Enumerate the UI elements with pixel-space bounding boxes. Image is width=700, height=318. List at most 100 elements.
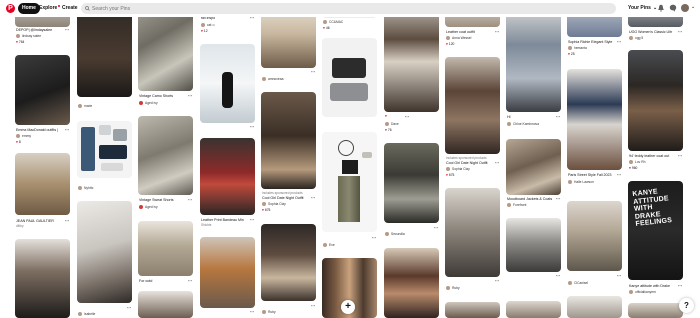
pin-image[interactable] <box>506 218 561 272</box>
pin-user[interactable]: Anna Wessel <box>446 36 471 40</box>
pin-image[interactable] <box>261 224 316 301</box>
pin-user[interactable]: Nyhttc <box>78 186 93 190</box>
pin-image[interactable] <box>138 116 193 195</box>
more-icon[interactable]: ⋯ <box>556 273 560 278</box>
more-icon[interactable]: ⋯ <box>556 114 560 119</box>
pin-user[interactable]: Aged ivy <box>139 101 158 105</box>
more-icon[interactable]: ⋯ <box>311 195 315 200</box>
pin-image[interactable] <box>77 121 132 178</box>
more-icon[interactable]: ⋯ <box>434 225 438 230</box>
pin-user[interactable]: officialkanyem <box>629 290 656 294</box>
more-icon[interactable]: ⋯ <box>495 278 499 283</box>
pin-title: Vintage Sweat Shorts <box>139 198 174 202</box>
more-icon[interactable]: ⋯ <box>617 172 621 177</box>
pin-image[interactable] <box>506 301 561 318</box>
pinterest-logo-icon[interactable]: P <box>6 4 15 13</box>
pin-image[interactable] <box>322 132 377 232</box>
pin-image[interactable] <box>200 138 255 215</box>
pin-user[interactable]: Sophia Clay <box>446 167 470 171</box>
pin-user[interactable]: Lov Rh <box>629 160 645 164</box>
pin-image[interactable] <box>200 237 255 308</box>
pin-image[interactable] <box>15 239 70 318</box>
more-icon[interactable]: ⋯ <box>188 197 192 202</box>
search-input[interactable] <box>92 3 592 14</box>
pin-image[interactable]: KANYE ATTITUDE WITH DRAKE FEELINGS <box>628 181 683 280</box>
pin-user[interactable]: hemanta <box>568 46 587 50</box>
pin-image[interactable] <box>15 153 70 215</box>
more-icon[interactable]: ⋯ <box>678 153 682 158</box>
nav-explore-link[interactable]: Explore <box>39 3 61 14</box>
pin-user[interactable]: CC&MAC <box>323 20 343 24</box>
pin-user[interactable]: Sophia Clay <box>262 202 286 206</box>
pin-user[interactable]: Chloe Kaminnova <box>507 122 539 126</box>
pin-user[interactable]: Forefront <box>507 203 526 207</box>
chat-icon[interactable] <box>669 4 677 12</box>
your-pins-dropdown[interactable]: Your Pins ⌄ <box>628 3 657 14</box>
pin-user[interactable]: Halle Lawson <box>568 180 594 184</box>
more-icon[interactable]: ⋯ <box>617 273 621 278</box>
pin-user[interactable]: Eve <box>323 243 335 247</box>
more-icon[interactable]: ⋯ <box>311 303 315 308</box>
more-icon[interactable]: ⋯ <box>372 235 376 240</box>
pin-user[interactable]: Ruby <box>446 286 460 290</box>
pin-user[interactable]: Ruby <box>262 310 276 314</box>
pin-image[interactable] <box>567 201 622 271</box>
more-icon[interactable]: ⋯ <box>188 93 192 98</box>
pin-user[interactable]: ClCanisel <box>568 281 588 285</box>
plus-icon[interactable]: + <box>341 300 355 314</box>
pin-image[interactable] <box>261 92 316 189</box>
more-icon[interactable]: ⋯ <box>311 69 315 74</box>
pin-image[interactable] <box>506 139 561 195</box>
more-icon[interactable]: ⋯ <box>65 27 69 32</box>
pin-user[interactable]: ugg 5 <box>629 36 643 40</box>
more-icon[interactable]: ⋯ <box>188 278 192 283</box>
pin-image[interactable] <box>138 291 193 318</box>
more-icon[interactable]: ⋯ <box>678 283 682 288</box>
more-icon[interactable]: ⋯ <box>556 196 560 201</box>
pin-user[interactable]: cat ∞ <box>201 23 215 27</box>
more-icon[interactable]: ⋯ <box>617 39 621 44</box>
more-icon[interactable]: ⋯ <box>65 218 69 223</box>
pin-image[interactable] <box>628 50 683 151</box>
more-icon[interactable]: ⋯ <box>495 29 499 34</box>
more-icon[interactable]: ⋯ <box>250 217 254 222</box>
more-icon[interactable]: ⋯ <box>65 127 69 132</box>
pin-title: Vintage Camo Shorts <box>139 94 174 98</box>
pin-user[interactable]: Secundla <box>385 232 405 236</box>
pin-image[interactable] <box>322 38 377 117</box>
nav-home-button[interactable]: Home <box>18 3 40 14</box>
pin-image[interactable] <box>138 221 193 276</box>
pin-image[interactable] <box>445 302 500 318</box>
pin-user[interactable]: Aged ivy <box>139 205 158 209</box>
pin-user[interactable]: emmy <box>16 134 31 138</box>
pin-image[interactable] <box>567 69 622 170</box>
account-chevron-down-icon[interactable]: ⌄ <box>691 4 695 10</box>
pin-image[interactable] <box>384 248 439 318</box>
account-avatar[interactable] <box>681 4 689 12</box>
pin-image[interactable] <box>384 143 439 223</box>
pin-user[interactable]: lindsay salee <box>16 34 41 38</box>
pin-image[interactable] <box>15 55 70 125</box>
more-icon[interactable]: ⋯ <box>678 29 682 34</box>
pin-image[interactable] <box>77 201 132 303</box>
more-icon[interactable]: ⋯ <box>495 160 499 165</box>
pin-user[interactable]: amnoxeaa <box>262 77 283 81</box>
pin-image[interactable] <box>200 44 255 123</box>
pin-image[interactable] <box>628 303 683 318</box>
more-icon[interactable]: ⋯ <box>127 305 131 310</box>
pin-image[interactable] <box>445 57 500 154</box>
more-icon[interactable]: ⋯ <box>250 309 254 314</box>
nav-create-link[interactable]: Create <box>62 3 78 14</box>
search-bar[interactable] <box>81 3 616 14</box>
pin-user[interactable]: Isabelle <box>78 312 95 316</box>
more-icon[interactable]: ⋯ <box>405 114 409 119</box>
avatar <box>78 312 82 316</box>
pin-user[interactable]: Dave <box>385 122 399 126</box>
help-icon[interactable]: ? <box>679 298 694 313</box>
pin-image[interactable] <box>445 188 500 277</box>
bell-icon[interactable] <box>657 4 665 12</box>
more-icon[interactable]: ⋯ <box>250 124 254 129</box>
pin-image[interactable] <box>567 296 622 318</box>
pin-save-icon[interactable]: ♥ <box>385 114 387 118</box>
pin-user[interactable]: marie <box>78 104 92 108</box>
